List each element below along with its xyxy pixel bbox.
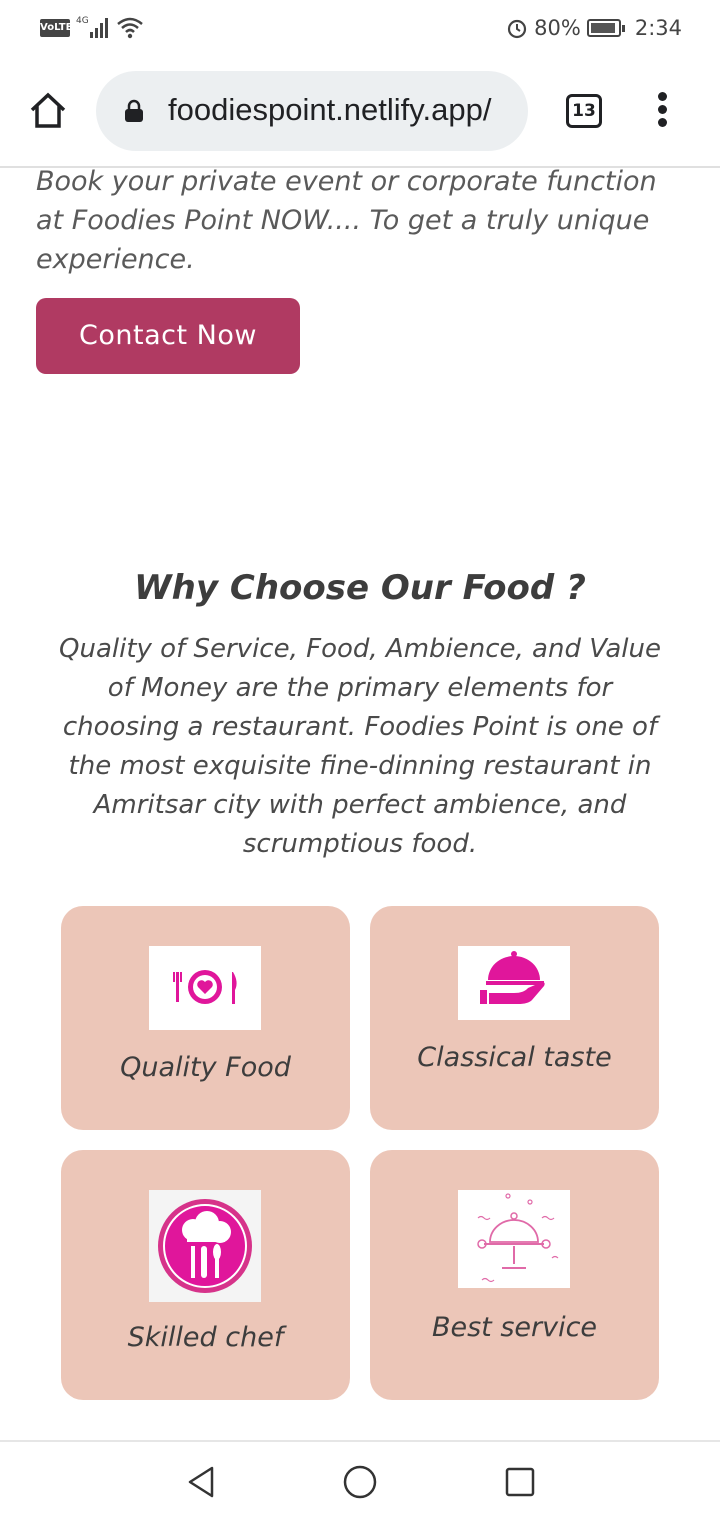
event-booking-text: Book your private event or corporate fun… — [36, 166, 657, 275]
home-icon[interactable] — [26, 88, 70, 132]
feature-card-classical-taste: Classical taste — [370, 906, 659, 1130]
serving-tray-icon — [458, 1190, 570, 1288]
feature-card-best-service: Best service — [370, 1150, 659, 1400]
feature-label: Classical taste — [417, 1042, 612, 1073]
plate-heart-icon — [149, 946, 261, 1030]
browser-toolbar: foodiespoint.netlify.app/ 13 — [0, 56, 720, 168]
network-type: 4G — [76, 16, 89, 26]
feature-label: Skilled chef — [127, 1322, 284, 1353]
clock: 2:34 — [634, 16, 682, 40]
section-title: Why Choose Our Food ? — [134, 568, 586, 608]
battery-icon — [586, 19, 625, 37]
back-icon[interactable] — [184, 1464, 220, 1500]
system-nav-bar — [0, 1440, 720, 1520]
feature-card-quality-food: Quality Food — [61, 906, 350, 1130]
url-text: foodiespoint.netlify.app/ — [168, 92, 492, 127]
signal-icon: 4G — [76, 16, 108, 38]
wifi-icon — [117, 17, 143, 39]
battery-percent: 80% — [534, 16, 581, 40]
lock-icon — [125, 99, 143, 122]
tab-switcher-button[interactable]: 13 — [566, 94, 602, 128]
chef-hat-cutlery-icon — [149, 1190, 261, 1302]
volte-badge: VoLTE — [40, 19, 72, 37]
home-nav-icon[interactable] — [342, 1464, 378, 1500]
feature-label: Best service — [431, 1312, 598, 1343]
feature-card-skilled-chef: Skilled chef — [61, 1150, 350, 1400]
recent-apps-icon[interactable] — [504, 1466, 536, 1498]
status-bar: VoLTE 4G 80% 2:34 — [0, 0, 720, 56]
contact-now-button[interactable]: Contact Now — [36, 298, 300, 374]
feature-label: Quality Food — [120, 1052, 291, 1083]
more-menu-icon[interactable] — [652, 92, 672, 132]
serving-cloche-hand-icon — [458, 946, 570, 1020]
address-bar[interactable]: foodiespoint.netlify.app/ — [96, 71, 528, 151]
section-description: Quality of Service, Food, Ambience, and … — [59, 634, 661, 859]
alarm-icon — [508, 19, 527, 39]
status-right: 80% 2:34 — [506, 14, 682, 42]
